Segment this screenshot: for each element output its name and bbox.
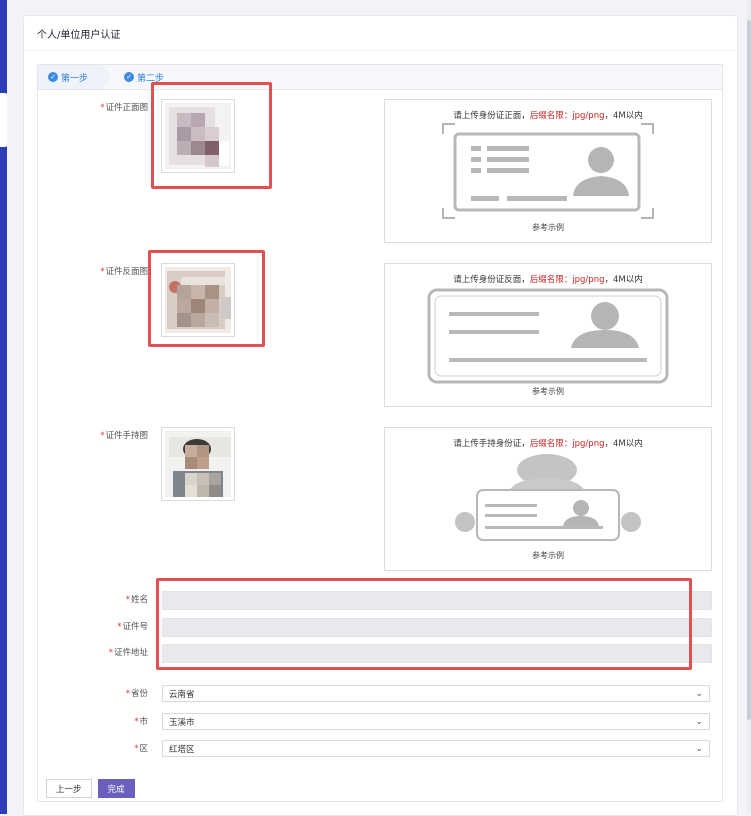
hold-example-caption: 参考示例 xyxy=(532,551,564,560)
address-field[interactable] xyxy=(162,644,712,663)
id-back-illustration xyxy=(427,288,669,384)
step-indicator: ✓ 第一步 ✓ 第二步 xyxy=(38,65,722,90)
check-circle-icon: ✓ xyxy=(48,72,58,82)
auth-card: 个人/单位用户认证 ✓ 第一步 ✓ 第二步 *证件正面图 请上传身份证正面，后缀… xyxy=(23,15,738,816)
hold-upload-hint: 请上传手持身份证，后缀名限：jpg/png，4M以内 xyxy=(453,439,643,449)
id-hold-illustration xyxy=(455,454,641,541)
district-label: *区 xyxy=(134,744,148,754)
front-image-preview xyxy=(165,103,231,169)
hold-image-upload[interactable] xyxy=(161,427,235,501)
step-panel: ✓ 第一步 ✓ 第二步 *证件正面图 请上传身份证正面，后缀名限：jpg/png… xyxy=(37,64,723,802)
hold-image-preview xyxy=(165,431,231,497)
prev-step-button[interactable]: 上一步 xyxy=(46,779,92,798)
province-label: *省份 xyxy=(125,689,148,699)
check-circle-icon: ✓ xyxy=(124,72,135,82)
id-number-field[interactable] xyxy=(162,618,712,637)
back-image-preview xyxy=(165,267,231,333)
back-example-caption: 参考示例 xyxy=(532,387,564,396)
id-number-label: *证件号 xyxy=(117,622,148,632)
step-2[interactable]: ✓ 第二步 xyxy=(102,65,174,89)
scrollbar[interactable] xyxy=(747,0,751,814)
back-example-box: 请上传身份证反面，后缀名限：jpg/png，4M以内 参考示例 xyxy=(384,263,712,407)
front-image-upload[interactable] xyxy=(161,99,235,173)
back-upload-hint: 请上传身份证反面，后缀名限：jpg/png，4M以内 xyxy=(453,275,643,285)
front-upload-hint: 请上传身份证正面，后缀名限：jpg/png，4M以内 xyxy=(453,111,643,121)
hold-image-label: *证件手持图 xyxy=(100,431,148,441)
back-image-upload[interactable] xyxy=(161,263,235,337)
id-front-illustration xyxy=(442,123,654,219)
scrollbar-thumb[interactable] xyxy=(747,20,751,720)
city-label: *市 xyxy=(134,717,148,727)
action-buttons: 上一步 完成 xyxy=(46,779,135,798)
page-title: 个人/单位用户认证 xyxy=(24,16,737,51)
chevron-down-icon: ⌄ xyxy=(695,716,703,727)
address-label: *证件地址 xyxy=(108,648,148,658)
name-field[interactable] xyxy=(162,591,712,610)
finish-button[interactable]: 完成 xyxy=(97,779,135,798)
front-image-label: *证件正面图 xyxy=(100,103,148,113)
left-sidebar-rail xyxy=(0,0,7,814)
name-label: *姓名 xyxy=(125,595,148,605)
back-image-label: *证件反面图 xyxy=(100,267,148,277)
hold-example-box: 请上传手持身份证，后缀名限：jpg/png，4M以内 参考示例 xyxy=(384,427,712,571)
city-select[interactable]: 玉溪市 ⌄ xyxy=(162,713,710,730)
chevron-down-icon: ⌄ xyxy=(695,688,703,699)
step-1-label: 第一步 xyxy=(61,73,89,84)
step-1[interactable]: ✓ 第一步 xyxy=(38,65,113,89)
city-value: 玉溪市 xyxy=(169,717,195,728)
front-example-box: 请上传身份证正面，后缀名限：jpg/png，4M以内 参考示例 xyxy=(384,99,712,243)
district-value: 红塔区 xyxy=(169,744,195,755)
step-2-label: 第二步 xyxy=(137,73,165,84)
chevron-down-icon: ⌄ xyxy=(695,743,703,754)
province-value: 云南省 xyxy=(169,689,195,700)
district-select[interactable]: 红塔区 ⌄ xyxy=(162,740,710,757)
front-example-caption: 参考示例 xyxy=(532,223,564,232)
province-select[interactable]: 云南省 ⌄ xyxy=(162,685,710,702)
sidebar-collapse-tab[interactable] xyxy=(0,93,7,147)
